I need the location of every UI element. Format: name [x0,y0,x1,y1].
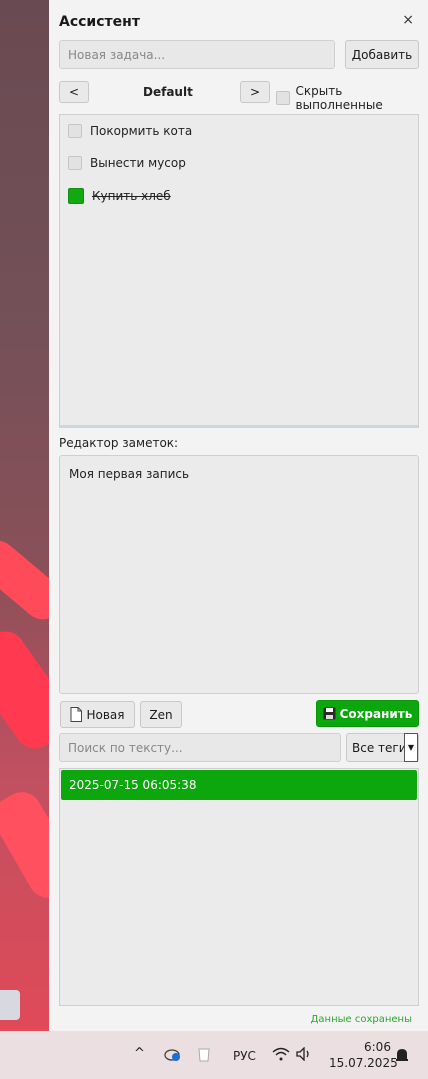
task-checkbox-checked[interactable] [68,188,84,204]
windows-taskbar: ^ РУС 6:06 15.07.2025 [0,1031,428,1079]
task-label: Покормить кота [90,124,193,138]
hide-completed-toggle[interactable]: Скрыть выполненные [276,84,428,112]
task-checkbox[interactable] [68,124,82,138]
notes-editor-heading: Редактор заметок: [59,436,179,450]
wifi-icon[interactable] [272,1047,290,1064]
hide-completed-checkbox[interactable] [276,91,290,105]
note-list-item[interactable]: 2025-07-15 06:05:38 [61,770,417,800]
tag-filter-select[interactable]: Все теги ▼ [346,733,419,762]
task-list: Покормить кота Вынести мусор Купить хлеб [59,114,419,428]
document-icon [70,707,83,722]
tag-filter-value: Все теги [352,740,407,755]
task-checkbox[interactable] [68,156,82,170]
chevron-up-icon[interactable]: ^ [134,1046,145,1061]
new-note-label: Новая [86,707,125,722]
language-indicator[interactable]: РУС [233,1049,256,1063]
new-note-button[interactable]: Новая [60,701,135,728]
task-label: Купить хлеб [92,189,171,203]
app-title: Ассистент [59,14,140,30]
prev-list-button[interactable]: < [59,81,89,103]
speaker-icon[interactable] [296,1046,312,1064]
status-text: Данные сохранены [310,1014,412,1025]
task-item[interactable]: Купить хлеб [68,188,171,204]
task-item[interactable]: Покормить кота [68,124,192,138]
save-label: Сохранить [339,706,413,721]
close-icon[interactable]: × [402,12,414,28]
notes-list: 2025-07-15 06:05:38 [59,768,419,1006]
clock-time[interactable]: 6:06 [364,1040,391,1054]
note-search-input[interactable]: Поиск по тексту... [59,733,341,762]
task-label: Вынести мусор [90,156,186,170]
save-button[interactable]: Сохранить [316,700,419,727]
new-task-input[interactable]: Новая задача... [59,40,335,69]
zen-button[interactable]: Zen [140,701,182,728]
clock-date[interactable]: 15.07.2025 [329,1056,398,1070]
list-name: Default [143,85,193,99]
add-task-button[interactable]: Добавить [345,40,419,69]
floppy-disk-icon [323,707,336,720]
cloud-icon[interactable] [164,1047,182,1066]
notification-bell-icon[interactable] [395,1047,409,1066]
next-list-button[interactable]: > [240,81,270,103]
assistant-panel: Ассистент × Новая задача... Добавить < D… [49,0,428,1031]
hide-completed-label: Скрыть выполненные [295,84,383,112]
recycle-bin-icon[interactable] [197,1046,211,1065]
chevron-down-icon[interactable]: ▼ [404,733,418,762]
note-editor[interactable]: Моя первая запись [59,455,419,694]
desktop-wallpaper [0,0,49,1031]
task-item[interactable]: Вынести мусор [68,156,186,170]
